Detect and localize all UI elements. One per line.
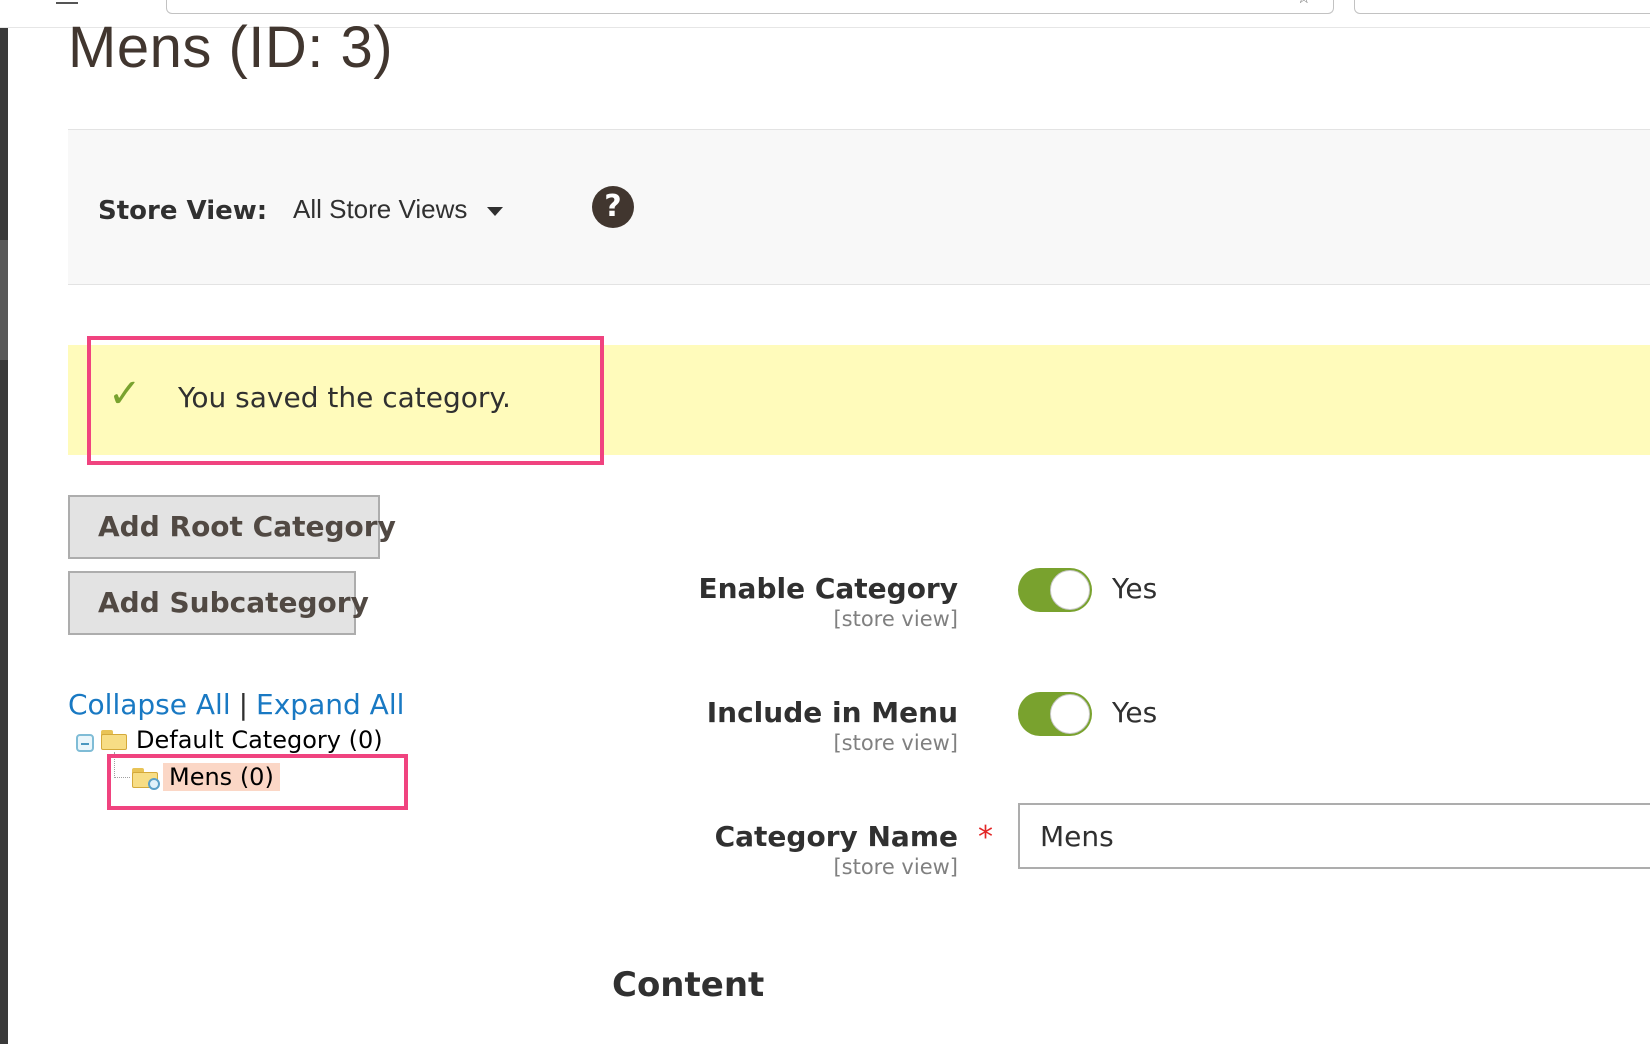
tree-controls: Collapse All | Expand All (68, 688, 404, 721)
window-edge-segment (0, 240, 8, 360)
store-view-bar: Store View: All Store Views ? (68, 129, 1650, 285)
store-view-select[interactable]: All Store Views (293, 194, 504, 225)
collapse-node-icon[interactable] (76, 734, 94, 752)
category-name-label: Category Name (714, 820, 958, 853)
include-in-menu-value: Yes (1112, 696, 1158, 729)
enable-category-toggle[interactable] (1018, 568, 1092, 612)
add-root-category-button[interactable]: Add Root Category (68, 495, 396, 559)
category-name-scope: [store view] (833, 855, 958, 879)
expand-all-link[interactable]: Expand All (256, 688, 404, 721)
toggle-knob (1050, 570, 1090, 610)
enable-category-label: Enable Category (698, 572, 959, 605)
include-in-menu-label: Include in Menu (706, 696, 958, 729)
toggle-knob (1050, 694, 1090, 734)
annotation-highlight-message (87, 336, 604, 465)
enable-category-value: Yes (1112, 572, 1158, 605)
bookmark-star-icon[interactable]: ☆ (1297, 0, 1311, 7)
collapse-all-link[interactable]: Collapse All (68, 688, 231, 721)
page-title: Mens (ID: 3) (68, 15, 394, 80)
include-in-menu-scope: [store view] (833, 731, 958, 755)
question-circle-icon[interactable]: ? (592, 186, 634, 228)
tree-node-default-category[interactable]: Default Category (0) (136, 726, 383, 754)
category-name-input[interactable] (1018, 803, 1650, 869)
content-section-title[interactable]: Content (612, 965, 764, 1005)
folder-icon (101, 730, 127, 750)
window-edge (0, 0, 8, 1044)
add-subcategory-button[interactable]: Add Subcategory (68, 571, 369, 635)
store-view-selected: All Store Views (293, 194, 468, 224)
browser-search-box[interactable] (1354, 0, 1650, 14)
annotation-highlight-tree-node (107, 754, 408, 810)
required-asterisk: * (978, 820, 993, 855)
enable-category-scope: [store view] (833, 607, 958, 631)
address-bar[interactable]: ☆ (166, 0, 1334, 14)
store-view-label: Store View: (98, 196, 268, 226)
menu-icon[interactable] (56, 0, 78, 4)
tree-link-separator: | (238, 688, 249, 721)
caret-down-icon (487, 206, 504, 216)
include-in-menu-toggle[interactable] (1018, 692, 1092, 736)
